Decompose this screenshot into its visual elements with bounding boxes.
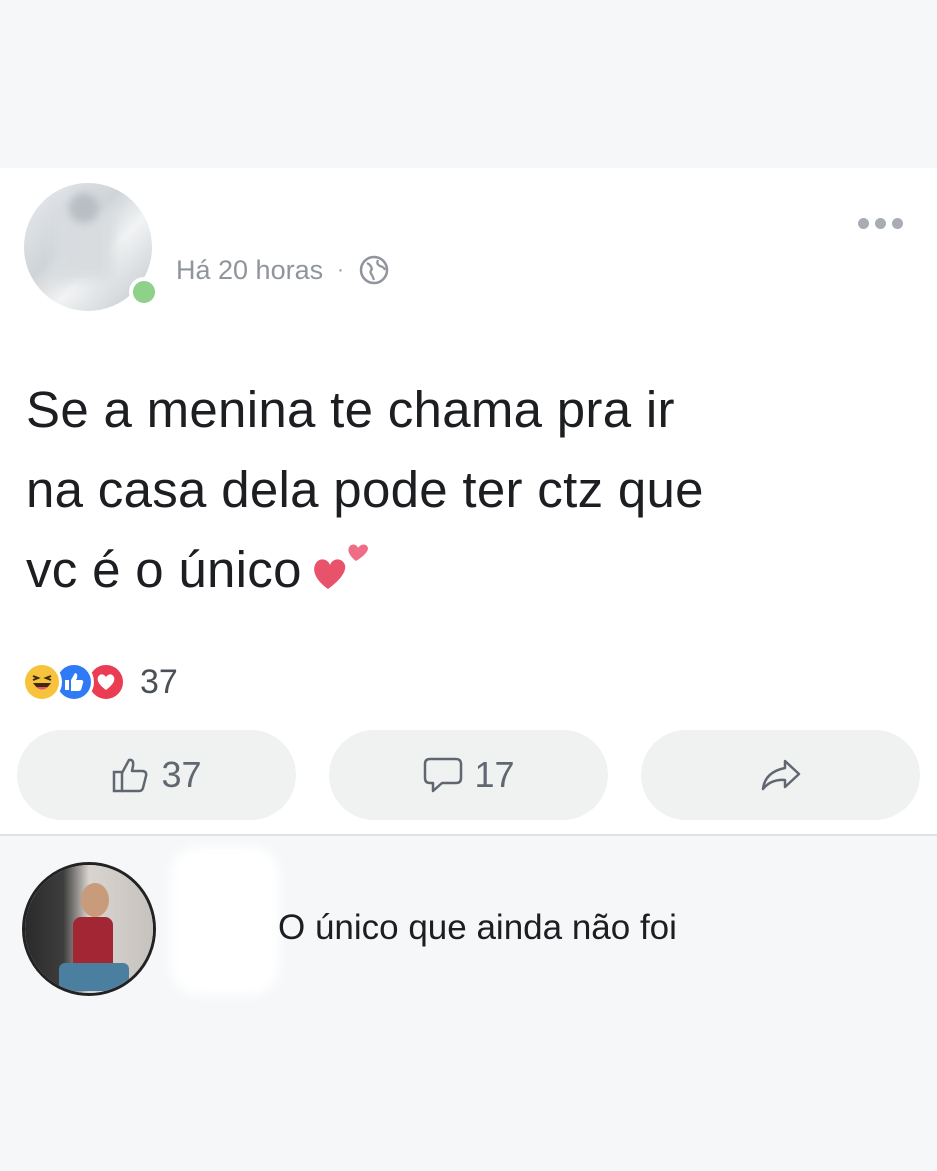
post-card: Há 20 horas · Se a menina te chama pra i… — [0, 168, 937, 836]
meta-separator: · — [337, 258, 344, 281]
post-timestamp[interactable]: Há 20 horas — [176, 255, 323, 286]
thumbs-up-icon — [113, 758, 148, 793]
share-arrow-icon — [761, 759, 800, 791]
more-dots-icon[interactable] — [858, 218, 903, 229]
commenter-name-redacted[interactable] — [170, 846, 280, 996]
top-spacer — [0, 0, 937, 168]
two-hearts-emoji — [313, 544, 368, 589]
author-name-redacted[interactable] — [172, 188, 422, 228]
commenter-avatar[interactable] — [22, 862, 156, 996]
online-status-indicator — [129, 277, 159, 307]
reaction-summary[interactable]: 37 — [22, 662, 178, 702]
like-button[interactable]: 37 — [17, 730, 296, 820]
reaction-count: 37 — [140, 662, 178, 701]
comment-row: O único que ainda não foi — [0, 836, 937, 1006]
globe-icon — [359, 255, 389, 285]
share-button[interactable] — [641, 730, 920, 820]
like-count: 37 — [161, 754, 202, 795]
haha-icon — [22, 662, 62, 702]
comment-text: O único que ainda não foi — [278, 908, 677, 947]
post-meta: Há 20 horas · — [176, 254, 390, 286]
post-text-line: Se a menina te chama pra ir — [26, 381, 675, 438]
post-text-line: na casa dela pode ter ctz que — [26, 461, 704, 518]
comment-bubble-icon — [424, 757, 463, 793]
comment-count: 17 — [474, 754, 515, 795]
bottom-spacer — [0, 1006, 937, 1171]
post-body: Se a menina te chama pra ir na casa dela… — [26, 370, 916, 610]
comment-button[interactable]: 17 — [329, 730, 608, 820]
post-text-line-last: vc é o único — [26, 530, 916, 610]
